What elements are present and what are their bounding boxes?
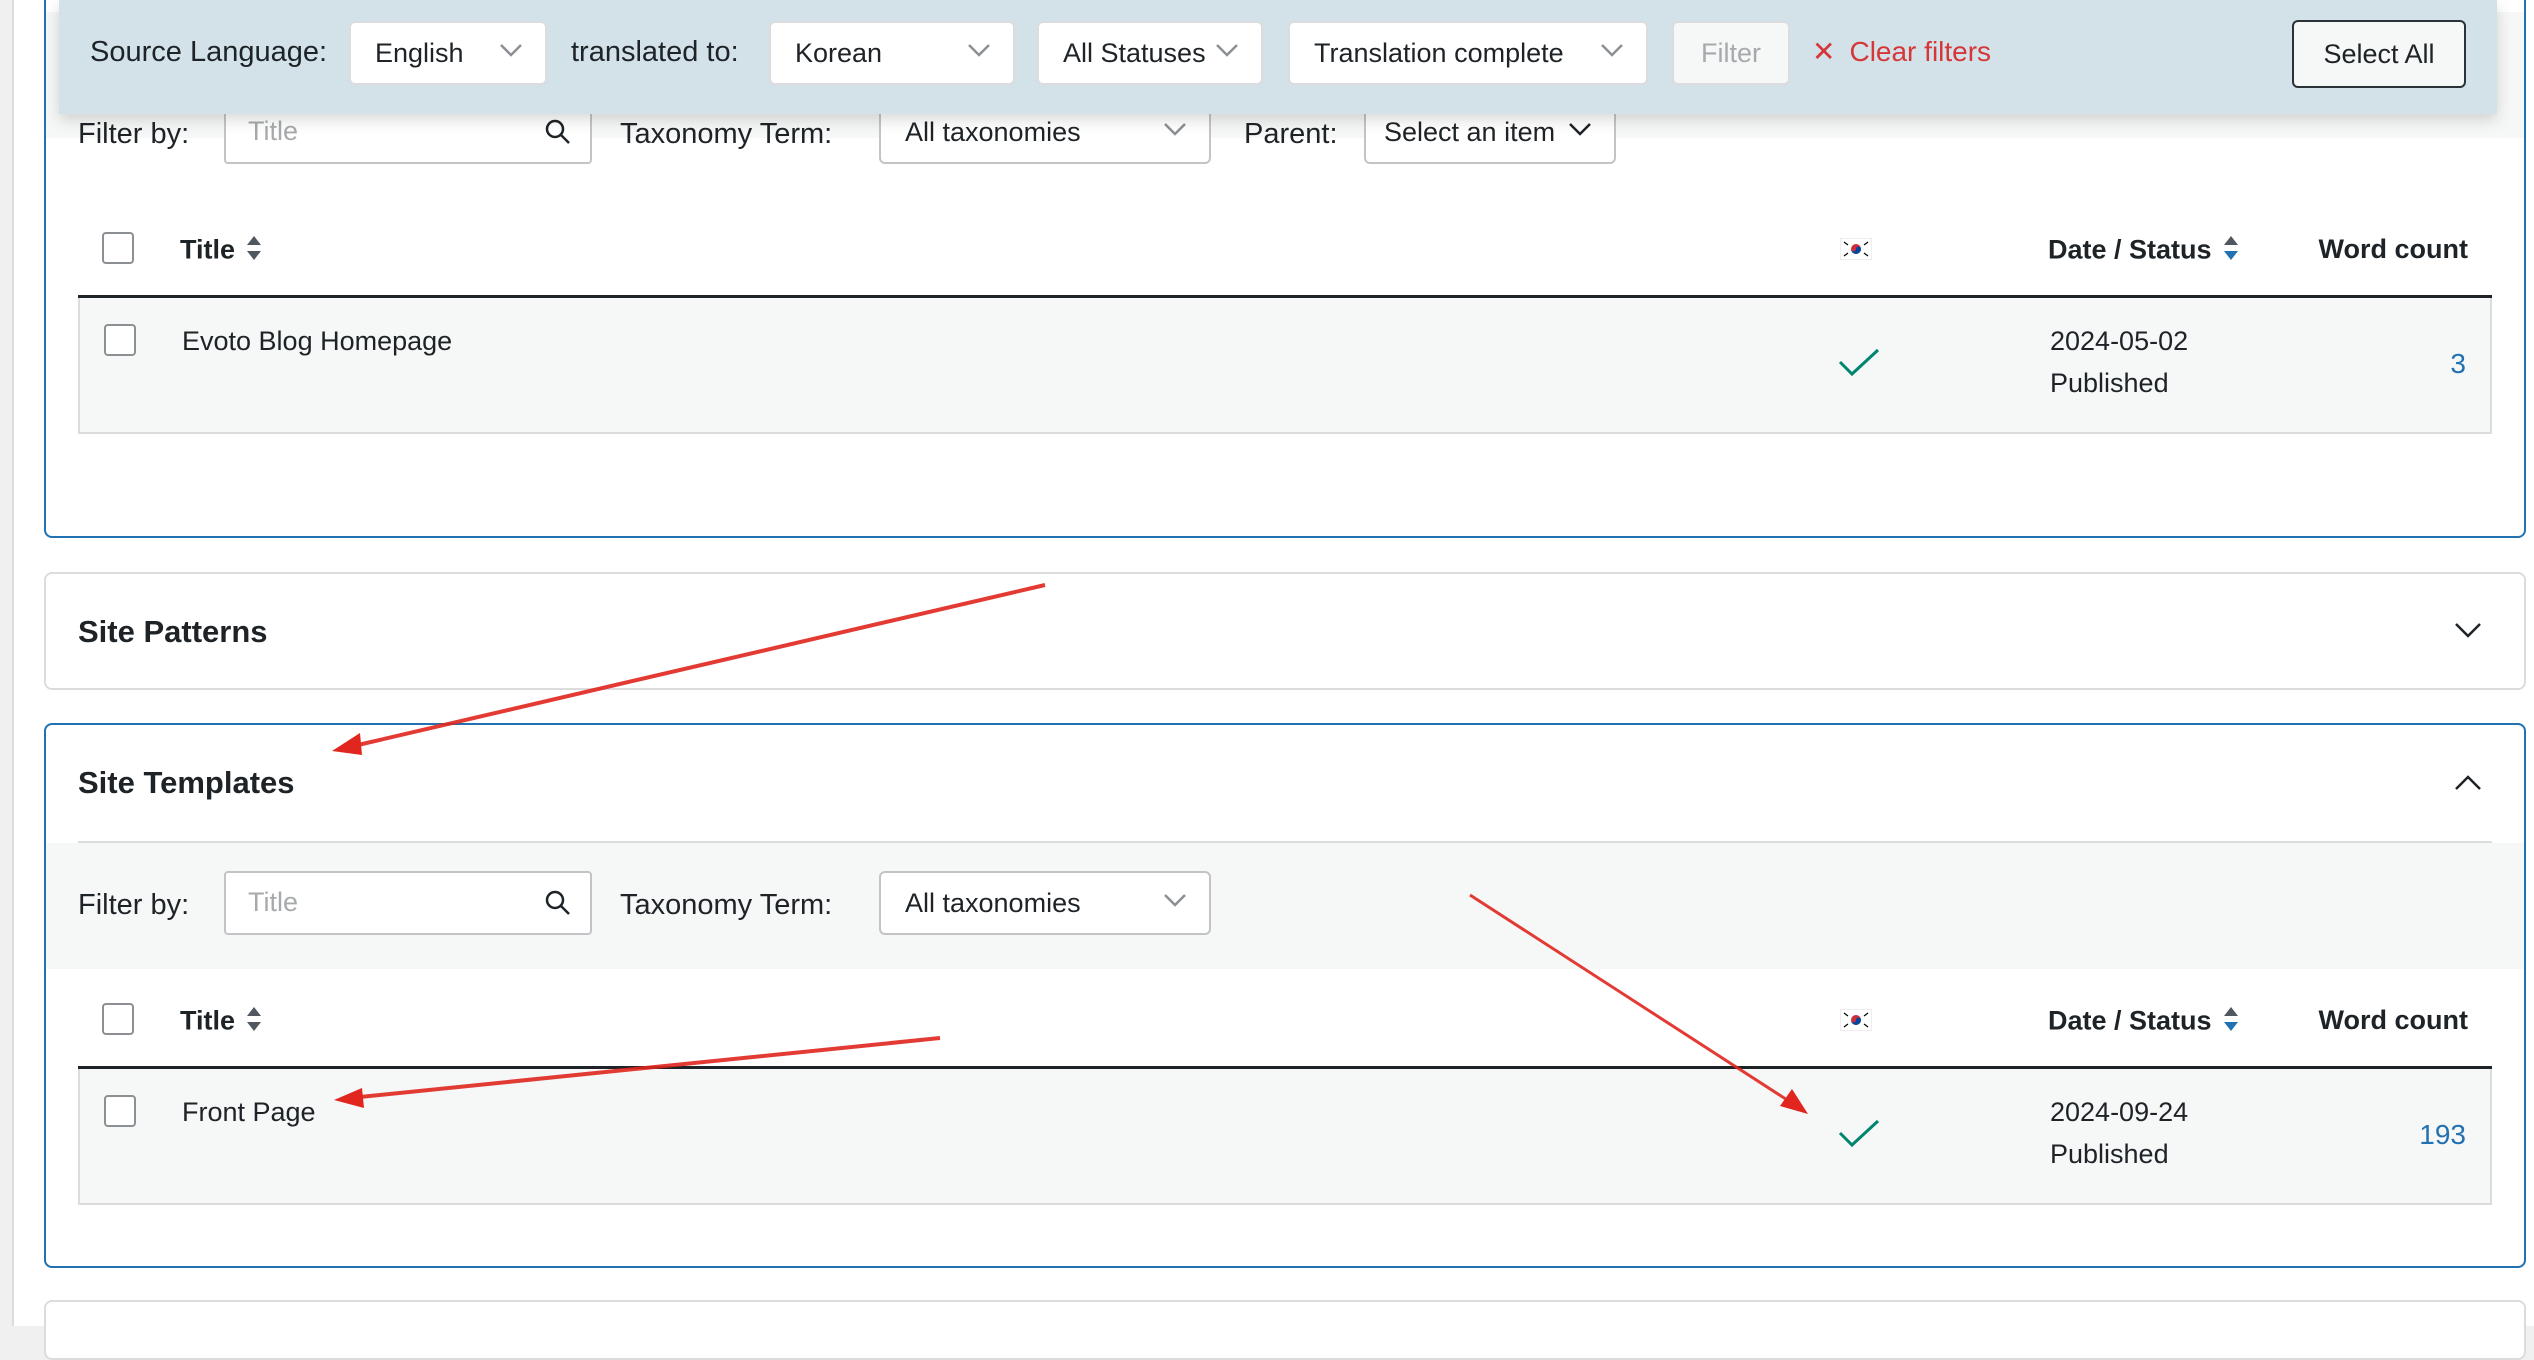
taxonomy-value: All taxonomies bbox=[905, 887, 1081, 918]
search-input[interactable] bbox=[248, 887, 528, 918]
row-date: 2024-09-24 bbox=[2050, 1097, 2189, 1127]
date-status-column-header[interactable]: Date / Status bbox=[2048, 234, 2240, 269]
search-icon bbox=[542, 116, 574, 148]
table-header: Title Date / Status Word count bbox=[78, 969, 2492, 1069]
chevron-down-icon bbox=[497, 35, 525, 63]
korean-flag-icon bbox=[1839, 1008, 1873, 1032]
site-patterns-header[interactable]: Site Patterns bbox=[46, 574, 2524, 688]
source-language-label: Source Language: bbox=[90, 36, 328, 68]
row-date-status: 2024-09-24 Published bbox=[2050, 1091, 2188, 1175]
chevron-down-icon bbox=[1598, 35, 1626, 63]
word-count-column-header: Word count bbox=[2318, 1005, 2468, 1035]
chevron-down-icon bbox=[965, 35, 993, 63]
chevron-down-icon bbox=[1213, 35, 1241, 63]
search-icon bbox=[542, 887, 574, 919]
chevron-up-icon[interactable] bbox=[2450, 765, 2486, 801]
table-header: Title Date / Status Word count bbox=[78, 198, 2492, 298]
title-column-header[interactable]: Title bbox=[180, 1005, 263, 1040]
taxonomy-term-label: Taxonomy Term: bbox=[620, 118, 833, 150]
korean-flag-icon bbox=[1839, 237, 1873, 261]
clear-filters-link[interactable]: ✕ Clear filters bbox=[1812, 36, 1991, 68]
row-title[interactable]: Evoto Blog Homepage bbox=[182, 326, 452, 357]
site-templates-header[interactable]: Site Templates bbox=[46, 725, 2524, 841]
select-all-checkbox[interactable] bbox=[102, 1003, 134, 1035]
row-word-count[interactable]: 193 bbox=[2419, 1119, 2466, 1151]
filter-by-label: Filter by: bbox=[78, 889, 190, 921]
source-language-value: English bbox=[375, 37, 464, 68]
checkmark-icon[interactable] bbox=[1836, 346, 1882, 380]
chevron-down-icon bbox=[1161, 885, 1189, 913]
chevron-down-icon bbox=[1566, 114, 1594, 142]
row-status: Published bbox=[2050, 368, 2169, 398]
translated-to-label: translated to: bbox=[571, 36, 739, 68]
panel-title: Site Patterns bbox=[78, 614, 268, 649]
row-checkbox[interactable] bbox=[104, 1095, 136, 1127]
search-input[interactable] bbox=[248, 116, 528, 147]
row-word-count[interactable]: 3 bbox=[2450, 348, 2466, 380]
status-select[interactable]: All Statuses bbox=[1037, 21, 1263, 85]
source-language-select[interactable]: English bbox=[349, 21, 547, 85]
title-header-label: Title bbox=[180, 1005, 236, 1036]
sort-icon bbox=[245, 1005, 263, 1040]
row-date-status: 2024-05-02 Published bbox=[2050, 320, 2188, 404]
date-status-column-header[interactable]: Date / Status bbox=[2048, 1005, 2240, 1040]
target-language-select[interactable]: Korean bbox=[769, 21, 1015, 85]
title-column-header[interactable]: Title bbox=[180, 234, 263, 269]
date-status-header-label: Date / Status bbox=[2048, 234, 2212, 265]
parent-value: Select an item bbox=[1384, 116, 1556, 147]
target-language-value: Korean bbox=[795, 37, 883, 68]
templates-filter-row: Filter by: Taxonomy Term: All taxonomies bbox=[46, 843, 2524, 969]
next-section-panel bbox=[44, 1300, 2526, 1360]
parent-label: Parent: bbox=[1244, 118, 1338, 150]
translation-status-value: Translation complete bbox=[1314, 37, 1564, 68]
word-count-column-header: Word count bbox=[2318, 234, 2468, 264]
row-title[interactable]: Front Page bbox=[182, 1097, 316, 1128]
taxonomy-term-label: Taxonomy Term: bbox=[620, 889, 833, 921]
taxonomy-select[interactable]: All taxonomies bbox=[879, 871, 1211, 935]
sort-icon bbox=[2222, 234, 2240, 269]
row-checkbox[interactable] bbox=[104, 324, 136, 356]
filter-by-label: Filter by: bbox=[78, 118, 190, 150]
panel-title: Site Templates bbox=[78, 765, 295, 800]
row-date: 2024-05-02 bbox=[2050, 326, 2189, 356]
title-header-label: Title bbox=[180, 234, 236, 265]
translation-status-select[interactable]: Translation complete bbox=[1288, 21, 1648, 85]
filter-button[interactable]: Filter bbox=[1672, 21, 1790, 85]
checkmark-icon[interactable] bbox=[1836, 1117, 1882, 1151]
sort-icon bbox=[2222, 1005, 2240, 1040]
translation-filter-bar: Source Language: English translated to: … bbox=[59, 0, 2497, 114]
taxonomy-value: All taxonomies bbox=[905, 116, 1081, 147]
date-status-header-label: Date / Status bbox=[2048, 1005, 2212, 1036]
select-all-button[interactable]: Select All bbox=[2292, 20, 2466, 88]
page-content: Source Language: English translated to: … bbox=[12, 0, 2534, 1360]
status-value: All Statuses bbox=[1063, 37, 1206, 68]
site-templates-panel: Site Templates Filter by: Taxonomy Term:… bbox=[44, 723, 2526, 1268]
close-icon: ✕ bbox=[1812, 36, 1836, 67]
title-search-box[interactable] bbox=[224, 871, 592, 935]
sort-icon bbox=[245, 234, 263, 269]
clear-filters-label: Clear filters bbox=[1849, 36, 1992, 67]
chevron-down-icon[interactable] bbox=[2450, 612, 2486, 648]
select-all-checkbox[interactable] bbox=[102, 232, 134, 264]
site-patterns-panel: Site Patterns bbox=[44, 572, 2526, 690]
table-row[interactable]: Evoto Blog Homepage 2024-05-02 Published … bbox=[78, 298, 2492, 434]
row-status: Published bbox=[2050, 1139, 2169, 1169]
chevron-down-icon bbox=[1161, 114, 1189, 142]
table-row[interactable]: Front Page 2024-09-24 Published 193 bbox=[78, 1069, 2492, 1205]
